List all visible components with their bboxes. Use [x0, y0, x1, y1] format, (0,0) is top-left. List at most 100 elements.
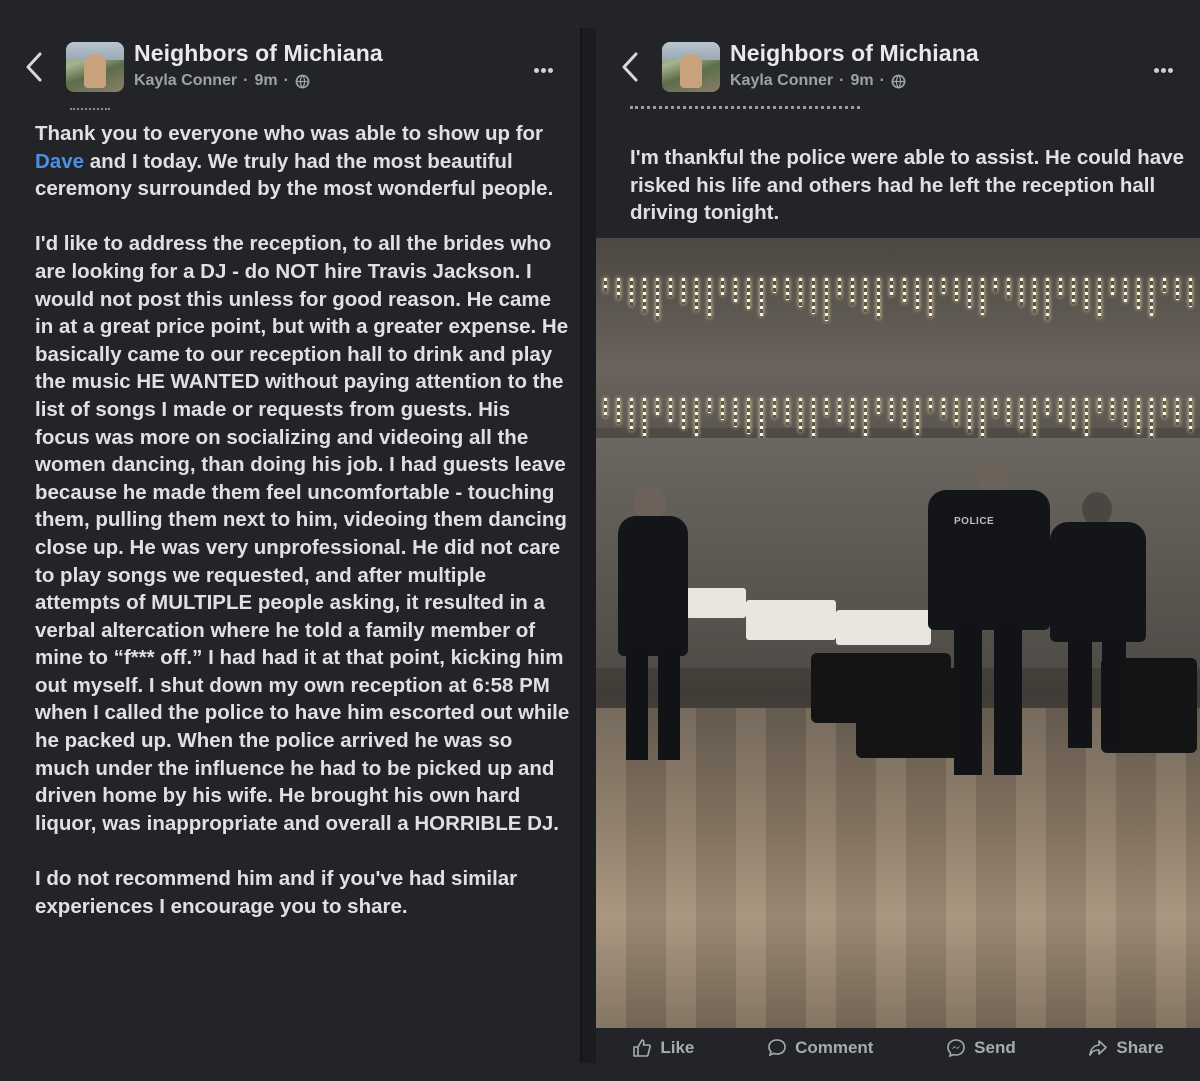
- share-button[interactable]: Share: [1088, 1038, 1164, 1058]
- post-meta: Kayla Conner · 9m ·: [730, 72, 906, 90]
- string-lights: [596, 278, 1200, 338]
- thumbs-up-icon: [633, 1039, 652, 1057]
- cut-off-text: [70, 108, 110, 112]
- bottom-bar: [0, 1063, 1200, 1081]
- post-panel-right: Neighbors of Michiana Kayla Conner · 9m …: [596, 28, 1200, 1063]
- cut-off-text: [630, 106, 860, 111]
- comment-button[interactable]: Comment: [767, 1038, 873, 1058]
- light-strand: [1020, 398, 1023, 431]
- share-label: Share: [1116, 1038, 1164, 1057]
- person-head: [1082, 492, 1112, 526]
- comment-icon: [768, 1039, 786, 1057]
- light-strand: [682, 278, 685, 304]
- light-strand: [903, 278, 906, 303]
- light-strand: [968, 398, 971, 433]
- author-name[interactable]: Kayla Conner: [134, 72, 237, 90]
- mention-link[interactable]: Dave: [35, 150, 84, 173]
- light-strand: [864, 278, 867, 312]
- light-strand: [981, 278, 984, 315]
- light-strand: [669, 398, 672, 422]
- light-strand: [708, 278, 711, 318]
- police-jacket-text: POLICE: [954, 516, 995, 527]
- like-button[interactable]: Like: [632, 1038, 694, 1058]
- meta-separator: ·: [879, 72, 885, 89]
- light-strand: [890, 398, 893, 421]
- light-strand: [721, 398, 724, 420]
- send-button[interactable]: Send: [946, 1038, 1016, 1058]
- light-strand: [1059, 398, 1062, 422]
- post-body: Thank you to everyone who was able to sh…: [35, 120, 570, 948]
- light-strand: [851, 278, 854, 305]
- post-photo[interactable]: POLICE: [596, 238, 1200, 1028]
- light-strand: [656, 398, 659, 415]
- officer-head: [976, 460, 1008, 494]
- light-strand: [1150, 278, 1153, 316]
- post-time[interactable]: 9m: [850, 72, 873, 90]
- light-strand: [734, 278, 737, 302]
- post-paragraph: Thank you to everyone who was able to sh…: [35, 122, 554, 201]
- post-paragraph: I do not recommend him and if you've had…: [35, 867, 518, 918]
- light-strand: [1085, 278, 1088, 311]
- police-officer: [928, 490, 1050, 630]
- light-strand: [812, 278, 815, 314]
- send-label: Send: [974, 1038, 1016, 1057]
- person-leg: [1102, 638, 1126, 748]
- group-name[interactable]: Neighbors of Michiana: [134, 40, 383, 67]
- light-strand: [1072, 398, 1075, 429]
- chevron-left-icon: [26, 52, 42, 82]
- black-table: [856, 668, 966, 758]
- banquet-table: [686, 588, 746, 618]
- globe-icon: [295, 74, 310, 88]
- light-strand: [981, 398, 984, 440]
- officer-leg: [626, 648, 648, 760]
- comment-label: Comment: [795, 1038, 874, 1057]
- light-strand: [903, 398, 906, 428]
- light-strand: [786, 278, 789, 300]
- light-strand: [643, 398, 646, 438]
- police-officer: [618, 516, 688, 656]
- light-strand: [864, 398, 867, 437]
- light-strand: [994, 278, 997, 292]
- light-strand: [773, 398, 776, 418]
- light-strand: [1163, 398, 1166, 418]
- light-strand: [1020, 278, 1023, 306]
- light-strand: [1176, 278, 1179, 300]
- like-label: Like: [660, 1038, 695, 1057]
- light-strand: [669, 278, 672, 297]
- light-strand: [1176, 398, 1179, 425]
- light-strand: [1111, 398, 1114, 420]
- back-button[interactable]: [20, 50, 48, 84]
- group-avatar[interactable]: [662, 42, 720, 92]
- light-strand: [721, 278, 724, 295]
- group-name[interactable]: Neighbors of Michiana: [730, 40, 979, 67]
- light-strand: [955, 278, 958, 301]
- light-strand: [682, 398, 685, 429]
- author-name[interactable]: Kayla Conner: [730, 72, 833, 90]
- light-strand: [643, 278, 646, 313]
- meta-separator: ·: [243, 72, 249, 89]
- light-strand: [1098, 398, 1101, 413]
- more-options-button[interactable]: [533, 60, 554, 78]
- group-avatar[interactable]: [66, 42, 124, 92]
- light-strand: [1033, 278, 1036, 313]
- light-strand: [1085, 398, 1088, 436]
- light-strand: [838, 278, 841, 298]
- light-strand: [1150, 398, 1153, 441]
- light-strand: [851, 398, 854, 430]
- light-strand: [695, 398, 698, 436]
- light-strand: [617, 278, 620, 299]
- person-leg: [1068, 638, 1092, 748]
- light-strand: [825, 398, 828, 416]
- light-strand: [838, 398, 841, 423]
- light-strand: [942, 398, 945, 419]
- back-button[interactable]: [616, 50, 644, 84]
- messenger-icon: [947, 1039, 965, 1058]
- light-strand: [994, 398, 997, 417]
- meta-separator: ·: [283, 72, 289, 89]
- light-strand: [968, 278, 971, 308]
- banquet-table: [836, 610, 931, 645]
- light-strand: [760, 278, 763, 316]
- more-options-button[interactable]: [1153, 60, 1174, 78]
- post-panel-left: Neighbors of Michiana Kayla Conner · 9m …: [0, 28, 582, 1063]
- post-time[interactable]: 9m: [254, 72, 277, 90]
